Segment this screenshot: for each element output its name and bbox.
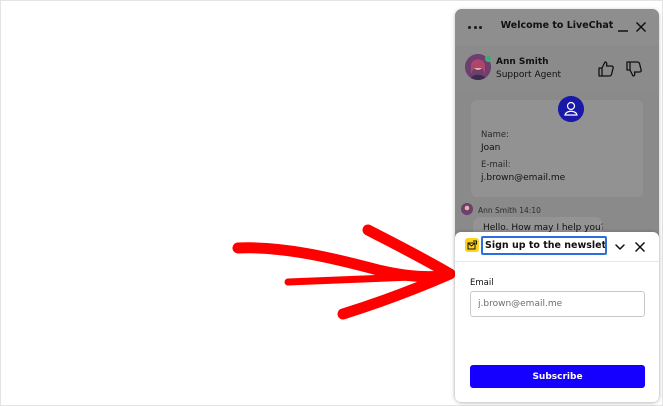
red-arrow-annotation — [232, 224, 456, 320]
close-icon[interactable] — [634, 20, 648, 34]
newsletter-title[interactable]: Sign up to the newsletter — [481, 236, 607, 255]
email-field-label: Email — [470, 278, 494, 288]
thumbs-up-icon[interactable] — [596, 59, 616, 79]
chevron-down-icon[interactable] — [613, 240, 627, 254]
window-title: Welcome to LiveChat — [500, 20, 614, 31]
newsletter-panel: Sign up to the newsletter Email Subscrib… — [455, 232, 659, 402]
close-icon[interactable] — [633, 240, 647, 254]
more-horizontal-icon[interactable] — [468, 26, 482, 30]
online-status-dot — [485, 55, 492, 62]
newsletter-icon — [465, 238, 479, 252]
minimize-icon[interactable] — [616, 20, 630, 34]
message-meta: Ann Smith 14:10 — [478, 206, 541, 215]
chat-titlebar: Welcome to LiveChat — [455, 9, 659, 45]
agent-role: Support Agent — [496, 70, 562, 80]
newsletter-header: Sign up to the newsletter — [455, 232, 659, 262]
email-field[interactable] — [470, 291, 645, 317]
message-time: 14:10 — [519, 206, 541, 215]
message-author-avatar — [461, 203, 473, 215]
name-value: Joan — [481, 143, 501, 153]
subscribe-button[interactable]: Subscribe — [470, 365, 645, 388]
thumbs-down-icon[interactable] — [624, 59, 644, 79]
visitor-info-card: Name: Joan E-mail: j.brown@email.me — [471, 96, 643, 197]
email-label: E-mail: — [481, 160, 511, 170]
email-value: j.brown@email.me — [481, 173, 566, 183]
name-label: Name: — [481, 130, 509, 140]
user-icon — [558, 96, 584, 122]
message-author: Ann Smith — [478, 206, 517, 215]
agent-bar: Ann Smith Support Agent — [455, 45, 659, 93]
agent-name: Ann Smith — [496, 57, 549, 67]
